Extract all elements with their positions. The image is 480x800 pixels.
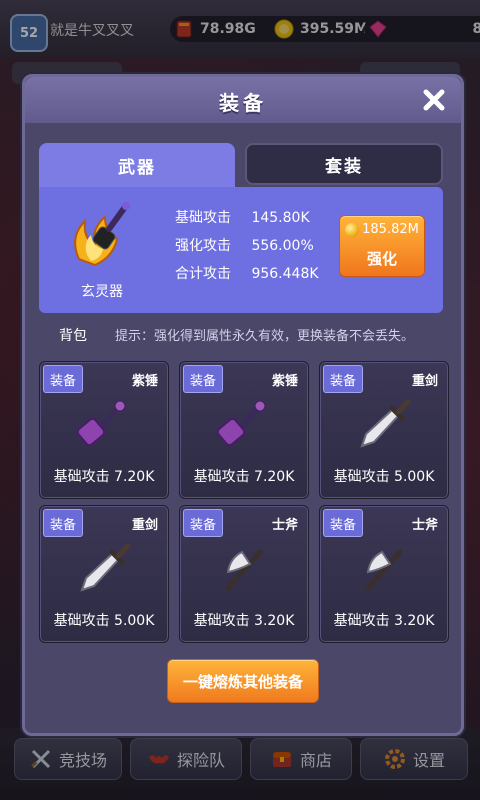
equipped-weapon-name: 玄灵器 [81, 284, 123, 300]
upgrade-cost: 185.82M [340, 222, 424, 237]
inventory-item[interactable]: 装备 紫锤 基础攻击 7.20K [179, 361, 309, 499]
coin-icon [345, 222, 360, 237]
purple-hammer-icon [216, 400, 266, 447]
axe-icon [225, 549, 263, 591]
inventory-item[interactable]: 装备 重剑 基础攻击 5.00K [319, 361, 449, 499]
item-name: 士斧 [411, 518, 438, 533]
item-name: 紫锤 [271, 374, 298, 389]
purple-hammer-icon [76, 400, 126, 447]
inventory-item[interactable]: 装备 紫锤 基础攻击 7.20K [39, 361, 169, 499]
inventory-item[interactable]: 装备 士斧 基础攻击 3.20K [319, 505, 449, 643]
item-name: 重剑 [131, 518, 158, 533]
tab-suit-label: 套装 [325, 156, 363, 177]
smelt-all-button[interactable]: 一键熔炼其他装备 [167, 659, 319, 703]
item-attack: 基础攻击 3.20K [333, 613, 435, 629]
upgrade-button[interactable]: 185.82M 强化 [339, 215, 425, 277]
stat-total-attack: 合计攻击 956.448K [175, 263, 319, 283]
stat-total-attack-label: 合计攻击 [175, 266, 231, 282]
stat-base-attack: 基础攻击 145.80K [175, 207, 310, 227]
tab-weapon[interactable]: 武器 [39, 143, 235, 187]
bag-label: 背包 [59, 328, 87, 344]
equipped-weapon-panel: 玄灵器 基础攻击 145.80K 强化攻击 556.00% 合计攻击 956.4… [39, 187, 443, 313]
stat-enhance-attack-value: 556.00% [251, 238, 314, 254]
upgrade-cost-value: 185.82M [362, 222, 419, 237]
item-attack: 基础攻击 7.20K [53, 469, 155, 485]
equip-badge[interactable]: 装备 [183, 365, 223, 393]
equipment-dialog: 装备 武器 套装 玄灵器 基础攻击 145.80K 强化攻击 556.00% 合… [22, 74, 464, 736]
stat-base-attack-value: 145.80K [251, 210, 310, 226]
stat-base-attack-label: 基础攻击 [175, 210, 231, 226]
dialog-title: 装备 [219, 91, 267, 115]
heavy-sword-icon [80, 543, 131, 592]
inventory-item[interactable]: 装备 重剑 基础攻击 5.00K [39, 505, 169, 643]
equip-badge[interactable]: 装备 [323, 509, 363, 537]
item-name: 重剑 [411, 374, 438, 389]
heavy-sword-icon [360, 399, 411, 448]
equip-badge[interactable]: 装备 [323, 365, 363, 393]
equip-badge[interactable]: 装备 [43, 509, 83, 537]
upgrade-label: 强化 [366, 250, 397, 268]
item-attack: 基础攻击 3.20K [193, 613, 295, 629]
inventory-item[interactable]: 装备 士斧 基础攻击 3.20K [179, 505, 309, 643]
item-name: 紫锤 [131, 374, 158, 389]
stat-enhance-attack-label: 强化攻击 [175, 238, 231, 254]
tab-weapon-label: 武器 [118, 157, 156, 178]
equip-badge[interactable]: 装备 [183, 509, 223, 537]
dialog-header: 装备 [25, 77, 461, 123]
item-attack: 基础攻击 5.00K [53, 613, 155, 629]
close-icon[interactable] [419, 85, 449, 115]
axe-icon [365, 549, 403, 591]
item-name: 士斧 [271, 518, 298, 533]
equip-badge[interactable]: 装备 [43, 365, 83, 393]
item-attack: 基础攻击 5.00K [333, 469, 435, 485]
item-attack: 基础攻击 7.20K [193, 469, 295, 485]
flame-blade-icon[interactable] [65, 199, 139, 277]
inventory-grid: 装备 紫锤 基础攻击 7.20K 装备 紫锤 基础攻击 7.20K 装备 重剑 [31, 353, 455, 653]
stat-total-attack-value: 956.448K [251, 266, 319, 282]
bag-tip: 提示：强化得到属性永久有效，更换装备不会丢失。 [115, 329, 415, 344]
stat-enhance-attack: 强化攻击 556.00% [175, 235, 314, 255]
tab-suit[interactable]: 套装 [245, 143, 443, 185]
